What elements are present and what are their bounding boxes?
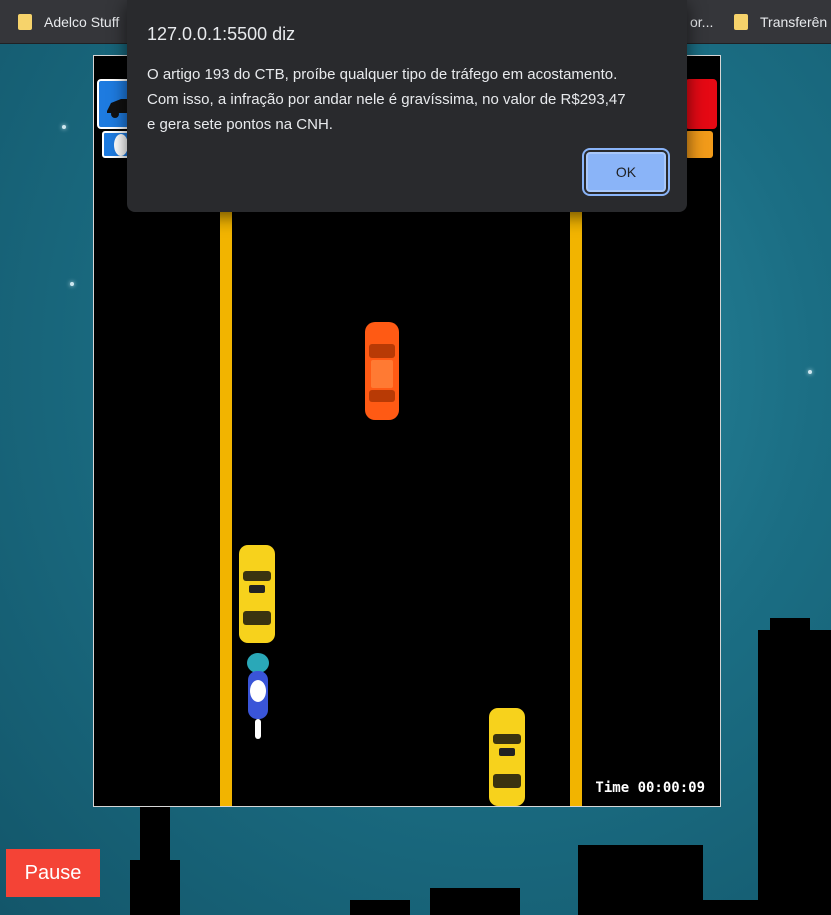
- dialog-message: O artigo 193 do CTB, proíbe qualquer tip…: [147, 62, 672, 137]
- player-motorcycle-icon: [247, 653, 269, 739]
- bookmark-label: or...: [690, 13, 714, 30]
- star-decoration: [70, 282, 74, 286]
- orange-car-icon: [365, 322, 399, 420]
- folder-icon: [734, 13, 748, 30]
- yellow-taxi-icon: [489, 708, 525, 806]
- bookmark-transferencias[interactable]: Transferên: [734, 8, 827, 36]
- dialog-message-line: O artigo 193 do CTB, proíbe qualquer tip…: [147, 66, 618, 83]
- yellow-taxi-icon: [239, 545, 275, 643]
- bookmark-label: Adelco Stuff: [44, 13, 120, 30]
- bookmark-truncated[interactable]: or...: [690, 8, 713, 36]
- hud-warning-icon: [685, 131, 713, 158]
- dialog-message-line: Com isso, a infração por andar nele é gr…: [147, 91, 626, 108]
- game-timer: Time 00:00:09: [595, 780, 705, 796]
- bookmark-label: Transferên: [760, 13, 828, 30]
- dialog-message-line: e gera sete pontos na CNH.: [147, 116, 333, 133]
- ok-button[interactable]: OK: [586, 152, 666, 192]
- folder-icon: [18, 13, 32, 30]
- hud-alert-icon: [685, 79, 717, 129]
- bookmark-adelco-stuff[interactable]: Adelco Stuff: [18, 8, 119, 36]
- star-decoration: [808, 370, 812, 374]
- dialog-title: 127.0.0.1:5500 diz: [147, 24, 296, 44]
- star-decoration: [62, 125, 66, 129]
- pause-button[interactable]: Pause: [6, 849, 100, 897]
- alert-dialog: 127.0.0.1:5500 diz O artigo 193 do CTB, …: [127, 0, 687, 212]
